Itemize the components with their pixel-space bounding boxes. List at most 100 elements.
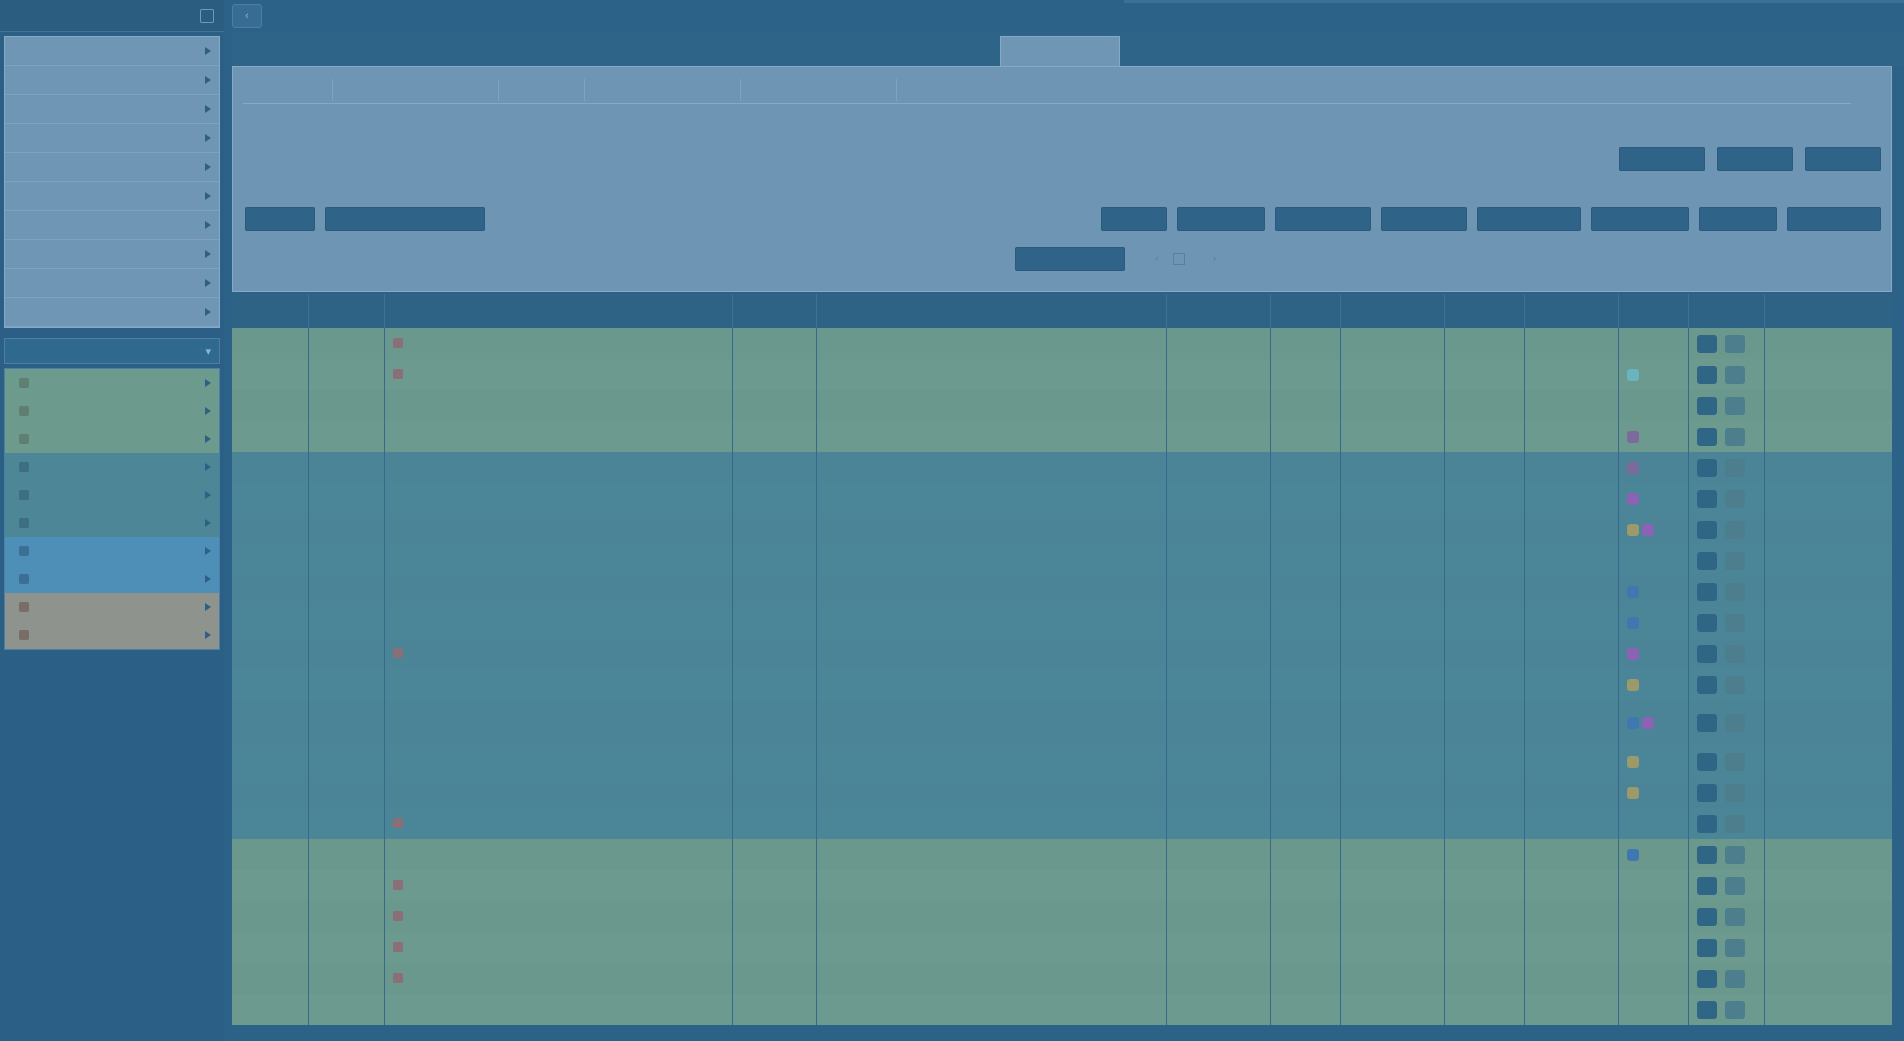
cell-subject[interactable]: [384, 359, 733, 390]
cell-subject[interactable]: [384, 390, 733, 421]
cell-id[interactable]: [232, 514, 309, 545]
view-icon[interactable]: [1724, 907, 1745, 926]
edit-icon[interactable]: [1696, 845, 1717, 864]
edit-icon[interactable]: [1696, 365, 1717, 384]
edit-icon[interactable]: [1696, 334, 1717, 353]
cell-id[interactable]: [232, 452, 309, 483]
sidebar-menu-item[interactable]: [5, 211, 219, 240]
sub-tab[interactable]: [591, 79, 741, 101]
cell-subject[interactable]: [384, 452, 733, 483]
action-button[interactable]: [1699, 207, 1777, 231]
sidebar-menu-item[interactable]: [5, 153, 219, 182]
view-icon[interactable]: [1724, 334, 1745, 353]
edit-icon[interactable]: [1696, 938, 1717, 957]
edit-icon[interactable]: [1696, 969, 1717, 988]
table-row[interactable]: [232, 607, 1892, 638]
cell-subject[interactable]: [384, 638, 733, 669]
column-header[interactable]: [732, 294, 817, 328]
cell-id[interactable]: [232, 901, 309, 932]
cell-id[interactable]: [232, 638, 309, 669]
cell-subject[interactable]: [384, 777, 733, 808]
column-header[interactable]: [1340, 294, 1445, 328]
cell-id[interactable]: [232, 870, 309, 901]
table-row[interactable]: [232, 576, 1892, 607]
sidebar-menu-item[interactable]: [5, 95, 219, 124]
cell-id[interactable]: [232, 669, 309, 700]
view-icon[interactable]: [1724, 969, 1745, 988]
column-header[interactable]: [1270, 294, 1341, 328]
column-header[interactable]: [1166, 294, 1271, 328]
table-row[interactable]: [232, 669, 1892, 700]
cell-id[interactable]: [232, 839, 309, 870]
edit-icon[interactable]: [1696, 396, 1717, 415]
filter-item[interactable]: [5, 453, 219, 481]
table-row[interactable]: [232, 390, 1892, 421]
cell-subject[interactable]: [384, 483, 733, 514]
view-icon[interactable]: [1724, 938, 1745, 957]
sidebar-menu-item[interactable]: [5, 66, 219, 95]
table-row[interactable]: [232, 746, 1892, 777]
view-icon[interactable]: [1724, 876, 1745, 895]
table-row[interactable]: [232, 514, 1892, 545]
edit-icon[interactable]: [1696, 814, 1717, 833]
filters-header[interactable]: ▾: [4, 338, 220, 364]
table-row[interactable]: [232, 545, 1892, 576]
cell-id[interactable]: [232, 390, 309, 421]
view-icon[interactable]: [1724, 814, 1745, 833]
chevron-right-icon[interactable]: ›: [1213, 253, 1217, 265]
chevron-left-icon[interactable]: ‹: [1155, 253, 1159, 265]
cell-subject[interactable]: [384, 545, 733, 576]
edit-icon[interactable]: [1696, 876, 1717, 895]
table-row[interactable]: [232, 452, 1892, 483]
view-icon[interactable]: [1724, 396, 1745, 415]
edit-icon[interactable]: [1696, 644, 1717, 663]
action-button[interactable]: [1101, 207, 1167, 231]
filter-item[interactable]: [5, 537, 219, 565]
table-row[interactable]: [232, 963, 1892, 994]
view-icon[interactable]: [1724, 752, 1745, 771]
top-action-button-1[interactable]: [1619, 147, 1705, 171]
action-button[interactable]: [1591, 207, 1689, 231]
cell-id[interactable]: [232, 963, 309, 994]
cell-subject[interactable]: [384, 669, 733, 700]
cell-subject[interactable]: [384, 514, 733, 545]
filter-item[interactable]: [5, 397, 219, 425]
table-row[interactable]: [232, 932, 1892, 963]
cell-subject[interactable]: [384, 808, 733, 839]
edit-icon[interactable]: [1696, 783, 1717, 802]
view-icon[interactable]: [1724, 489, 1745, 508]
cell-subject[interactable]: [384, 839, 733, 870]
action-button[interactable]: [1275, 207, 1371, 231]
edit-icon[interactable]: [1696, 1000, 1717, 1019]
view-icon[interactable]: [1724, 582, 1745, 601]
column-header[interactable]: [1618, 294, 1689, 328]
view-icon[interactable]: [1724, 458, 1745, 477]
action-button[interactable]: [1177, 207, 1265, 231]
cell-id[interactable]: [232, 545, 309, 576]
sidebar-menu-item[interactable]: [5, 269, 219, 298]
collapse-sidebar-icon[interactable]: [200, 8, 214, 23]
view-icon[interactable]: [1724, 675, 1745, 694]
cell-subject[interactable]: [384, 963, 733, 994]
sidebar-menu-item[interactable]: [5, 298, 219, 327]
edit-icon[interactable]: [1696, 907, 1717, 926]
filter-item[interactable]: [5, 369, 219, 397]
action-button[interactable]: [1787, 207, 1881, 231]
top-action-button-2[interactable]: [1717, 147, 1793, 171]
filter-item[interactable]: [5, 481, 219, 509]
table-row[interactable]: [232, 483, 1892, 514]
cell-subject[interactable]: [384, 328, 733, 359]
sidebar-menu-item[interactable]: [5, 124, 219, 153]
column-header[interactable]: [1688, 294, 1765, 328]
cell-id[interactable]: [232, 359, 309, 390]
sub-tab[interactable]: [747, 79, 897, 101]
column-header[interactable]: [1444, 294, 1525, 328]
cell-id[interactable]: [232, 607, 309, 638]
cell-subject[interactable]: [384, 421, 733, 452]
filter-item[interactable]: [5, 425, 219, 453]
view-icon[interactable]: [1724, 1000, 1745, 1019]
left-action-button-1[interactable]: [245, 207, 315, 231]
cell-subject[interactable]: [384, 746, 733, 777]
edit-icon[interactable]: [1696, 613, 1717, 632]
edit-icon[interactable]: [1696, 752, 1717, 771]
